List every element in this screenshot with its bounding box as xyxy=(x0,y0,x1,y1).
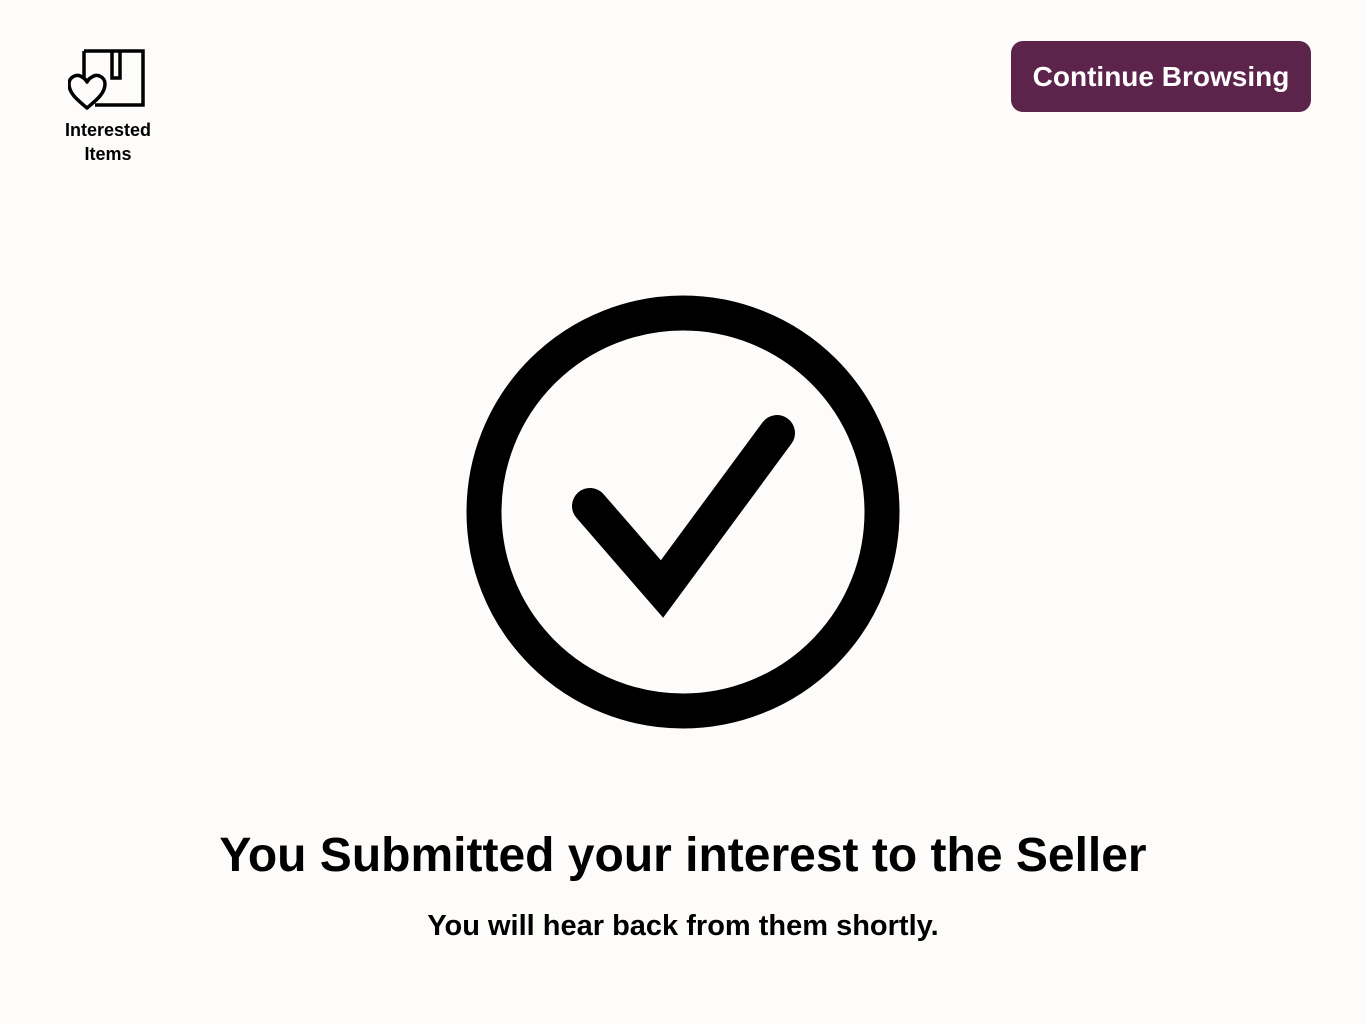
interested-items-link[interactable]: Interested Items xyxy=(52,46,164,166)
check-circle-icon xyxy=(466,295,900,734)
confirmation-subtitle: You will hear back from them shortly. xyxy=(427,910,939,942)
confirmation-title: You Submitted your interest to the Selle… xyxy=(219,829,1147,882)
continue-browsing-button[interactable]: Continue Browsing xyxy=(1011,41,1311,112)
box-heart-icon xyxy=(68,46,148,112)
interested-items-label: Interested Items xyxy=(64,120,152,164)
